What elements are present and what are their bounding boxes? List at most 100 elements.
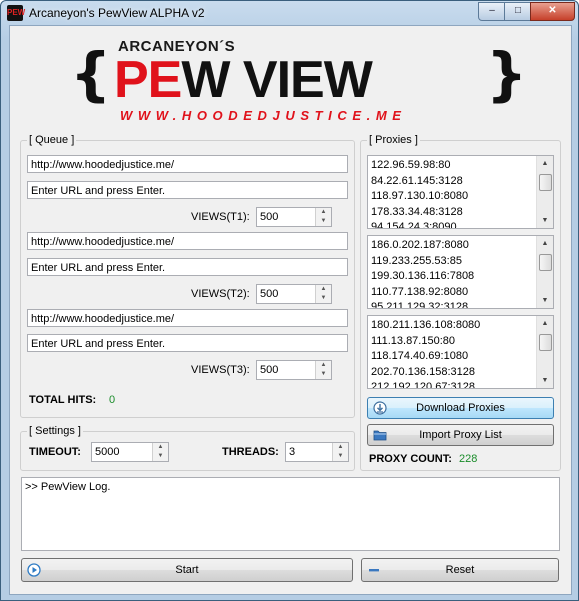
proxy-count-value: 228: [459, 453, 478, 465]
list-item[interactable]: 94.154.24.3:8090: [371, 220, 468, 228]
list-item[interactable]: 180.211.136.108:8080: [371, 318, 480, 334]
scroll-down-icon[interactable]: ▼: [537, 373, 553, 388]
proxies-group-title: [ Proxies ]: [367, 134, 420, 146]
spin-down-icon[interactable]: ▼: [316, 217, 331, 226]
start-label: Start: [175, 564, 199, 576]
spin-down-icon[interactable]: ▼: [333, 452, 348, 461]
settings-group: [ Settings ] TIMEOUT: 5000 ▲ ▼ THREADS: 3…: [20, 425, 355, 471]
task3-views-value: 500: [260, 364, 279, 376]
list-item[interactable]: 118.174.40.69:1080: [371, 349, 480, 365]
maximize-button[interactable]: □: [504, 2, 532, 21]
folder-icon: [373, 430, 387, 441]
close-button[interactable]: ✕: [530, 2, 575, 21]
log-output[interactable]: >> PewView Log.: [21, 477, 560, 551]
title-bar[interactable]: PEW Arcaneyon's PewView ALPHA v2 – □ ✕: [1, 1, 578, 25]
list-item[interactable]: 119.233.255.53:85: [371, 254, 474, 270]
spin-up-icon[interactable]: ▲: [153, 443, 168, 452]
timeout-value: 5000: [95, 446, 120, 458]
spin-up-icon[interactable]: ▲: [316, 208, 331, 217]
task1-url-field[interactable]: http://www.hoodedjustice.me/: [27, 155, 348, 173]
list-item[interactable]: 84.22.61.145:3128: [371, 174, 468, 190]
task2-views-label: VIEWS(T2):: [191, 288, 250, 300]
list-item[interactable]: 202.70.136.158:3128: [371, 365, 480, 381]
list-item[interactable]: 110.77.138.92:8080: [371, 285, 474, 301]
total-hits-value: 0: [109, 394, 116, 406]
proxy-count-label: PROXY COUNT:: [369, 453, 452, 465]
queue-group: [ Queue ] http://www.hoodedjustice.me/ E…: [20, 134, 355, 418]
scroll-thumb[interactable]: [539, 174, 552, 191]
log-text: >> PewView Log.: [25, 481, 111, 493]
scroll-thumb[interactable]: [539, 334, 552, 351]
task2-url-field[interactable]: http://www.hoodedjustice.me/: [27, 232, 348, 250]
minimize-button[interactable]: –: [478, 2, 506, 21]
download-icon: [373, 401, 387, 415]
list-item[interactable]: 199.30.136.116:7808: [371, 269, 474, 285]
task2-url-input[interactable]: Enter URL and press Enter.: [27, 258, 348, 276]
proxy-list-3-scrollbar[interactable]: ▲ ▼: [536, 316, 553, 388]
play-icon: [27, 563, 41, 577]
list-item[interactable]: 118.97.130.10:8080: [371, 189, 468, 205]
proxy-list-1[interactable]: 122.96.59.98:80 84.22.61.145:3128 118.97…: [367, 155, 554, 229]
spin-up-icon[interactable]: ▲: [333, 443, 348, 452]
download-proxies-button[interactable]: Download Proxies: [367, 397, 554, 419]
task3-views-stepper[interactable]: 500 ▲ ▼: [256, 360, 332, 380]
app-window: PEW Arcaneyon's PewView ALPHA v2 – □ ✕ {…: [0, 0, 579, 601]
task1-views-value: 500: [260, 211, 279, 223]
spin-down-icon[interactable]: ▼: [153, 452, 168, 461]
list-item[interactable]: 186.0.202.187:8080: [371, 238, 474, 254]
pewview-logo: { ARCANEYON´S PEW VIEW WWW.HOODEDJUSTICE…: [70, 36, 527, 123]
proxy-list-3[interactable]: 180.211.136.108:8080 111.13.87.150:80 11…: [367, 315, 554, 389]
timeout-label: TIMEOUT:: [29, 446, 81, 458]
task1-views-label: VIEWS(T1):: [191, 211, 250, 223]
total-hits-label: TOTAL HITS:: [29, 394, 97, 406]
logo-brace-left: {: [70, 40, 112, 108]
logo-brace-right: }: [486, 40, 528, 108]
threads-stepper[interactable]: 3 ▲ ▼: [285, 442, 349, 462]
task1-views-stepper[interactable]: 500 ▲ ▼: [256, 207, 332, 227]
client-area: { ARCANEYON´S PEW VIEW WWW.HOODEDJUSTICE…: [9, 25, 572, 595]
window-title: Arcaneyon's PewView ALPHA v2: [29, 6, 205, 20]
import-proxy-list-button[interactable]: Import Proxy List: [367, 424, 554, 446]
task1-url-input[interactable]: Enter URL and press Enter.: [27, 181, 348, 199]
task3-url-field[interactable]: http://www.hoodedjustice.me/: [27, 309, 348, 327]
start-button[interactable]: Start: [21, 558, 353, 582]
list-item[interactable]: 122.96.59.98:80: [371, 158, 468, 174]
logo-wordmark-black: W VIEW: [181, 51, 372, 109]
scroll-up-icon[interactable]: ▲: [537, 156, 553, 171]
proxy-list-2[interactable]: 186.0.202.187:8080 119.233.255.53:85 199…: [367, 235, 554, 309]
scroll-thumb[interactable]: [539, 254, 552, 271]
download-proxies-label: Download Proxies: [416, 402, 505, 414]
list-item[interactable]: 178.33.34.48:3128: [371, 205, 468, 221]
task2-views-stepper[interactable]: 500 ▲ ▼: [256, 284, 332, 304]
scroll-up-icon[interactable]: ▲: [537, 236, 553, 251]
settings-group-title: [ Settings ]: [27, 425, 83, 437]
scroll-down-icon[interactable]: ▼: [537, 293, 553, 308]
scroll-down-icon[interactable]: ▼: [537, 213, 553, 228]
import-proxy-list-label: Import Proxy List: [419, 429, 502, 441]
spin-up-icon[interactable]: ▲: [316, 361, 331, 370]
proxies-group: [ Proxies ] 122.96.59.98:80 84.22.61.145…: [360, 134, 561, 471]
timeout-stepper[interactable]: 5000 ▲ ▼: [91, 442, 169, 462]
list-item[interactable]: 95.211.129.32:3128: [371, 300, 474, 308]
scroll-up-icon[interactable]: ▲: [537, 316, 553, 331]
queue-group-title: [ Queue ]: [27, 134, 77, 146]
reset-label: Reset: [445, 564, 475, 576]
list-item[interactable]: 212.192.120.67:3128: [371, 380, 480, 388]
app-icon: PEW: [7, 5, 25, 21]
logo-url: WWW.HOODEDJUSTICE.ME: [120, 108, 407, 123]
spin-down-icon[interactable]: ▼: [316, 370, 331, 379]
minus-icon: [369, 569, 379, 572]
proxy-list-1-scrollbar[interactable]: ▲ ▼: [536, 156, 553, 228]
logo-wordmark-red: PE: [114, 51, 182, 109]
reset-button[interactable]: Reset: [361, 558, 559, 582]
proxy-list-2-scrollbar[interactable]: ▲ ▼: [536, 236, 553, 308]
logo-wordmark: PEW VIEW: [114, 50, 373, 110]
spin-up-icon[interactable]: ▲: [316, 285, 331, 294]
threads-label: THREADS:: [222, 446, 279, 458]
task2-views-value: 500: [260, 288, 279, 300]
list-item[interactable]: 111.13.87.150:80: [371, 334, 480, 350]
spin-down-icon[interactable]: ▼: [316, 294, 331, 303]
task3-views-label: VIEWS(T3):: [191, 364, 250, 376]
task3-url-input[interactable]: Enter URL and press Enter.: [27, 334, 348, 352]
threads-value: 3: [289, 446, 296, 458]
